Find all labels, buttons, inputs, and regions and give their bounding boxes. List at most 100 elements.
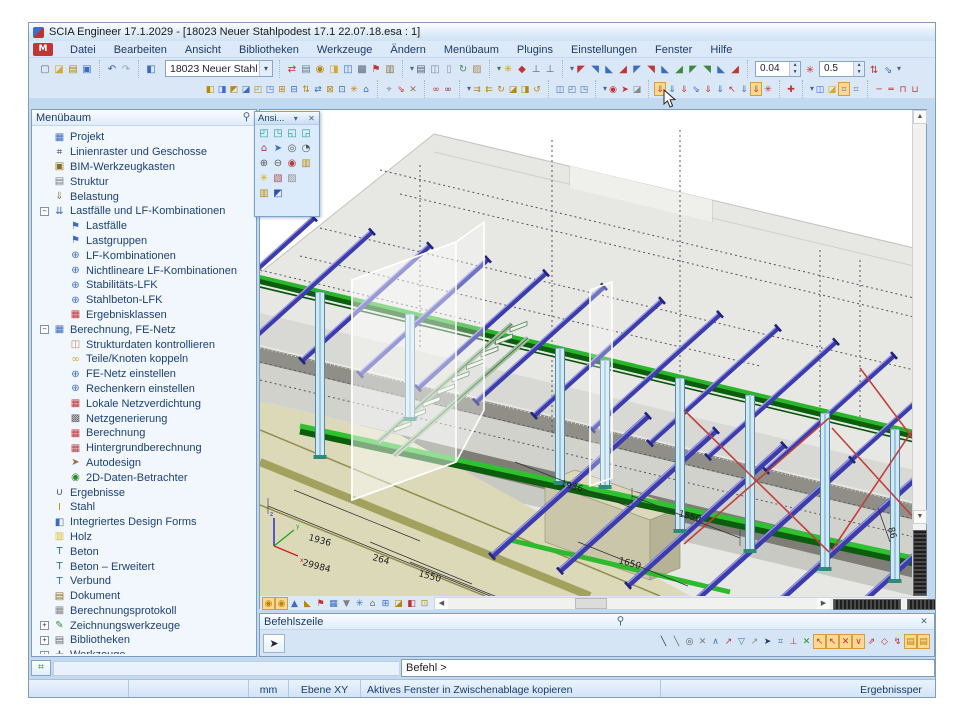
measure-icon[interactable]: ⇘	[395, 82, 407, 96]
sidebar-item-holz[interactable]: ▥Holz	[32, 530, 256, 545]
arrow-scale-icon[interactable]: ⇘	[881, 63, 895, 77]
scale-value-spinner[interactable]: 0.5▲▼	[819, 61, 865, 77]
view-iso-icon[interactable]: ◰	[257, 126, 271, 140]
sidebar-item-linienraster-und-geschosse[interactable]: ⌗Linienraster und Geschosse	[32, 145, 256, 160]
sidebar-item-berechnung[interactable]: ▦Berechnung	[32, 426, 256, 441]
calculator-icon[interactable]: ✳	[501, 62, 515, 76]
scroll-down-icon[interactable]: ▼	[913, 510, 927, 524]
walk-icon[interactable]: ➤	[271, 141, 285, 155]
new-project-icon[interactable]: ▢	[38, 62, 52, 76]
collapse-icon[interactable]: −	[40, 207, 49, 216]
open-project-icon[interactable]: ◪	[52, 62, 66, 76]
title-bar[interactable]: SCIA Engineer 17.1.2029 - [18023 Neuer S…	[29, 23, 936, 41]
flag-icon[interactable]: ⚑	[369, 62, 383, 76]
view-tool-1[interactable]: ◧	[204, 82, 216, 96]
sidebar-item-stahl[interactable]: IStahl	[32, 500, 256, 515]
haunch-icon-4[interactable]: ◢	[616, 62, 630, 76]
section2-icon[interactable]: ⊔	[909, 82, 921, 96]
vp-perspective-icon[interactable]: ◉	[262, 597, 275, 610]
scia-logo-icon[interactable]: M	[33, 43, 53, 56]
menu-plugins[interactable]: Plugins	[508, 43, 562, 57]
snap-ortho2-icon[interactable]: ∨	[852, 634, 865, 649]
menu-werkzeuge[interactable]: Werkzeuge	[308, 43, 381, 57]
scroll-right-icon[interactable]: ▶	[817, 598, 830, 609]
sidebar-item-beton[interactable]: TBeton	[32, 544, 256, 559]
line-double-icon[interactable]: ═	[885, 82, 897, 96]
doc-window-icon[interactable]: ◫	[814, 82, 826, 96]
model-viewport[interactable]: 1936 29984 264 1550 1936 1550 1650 86 z …	[259, 109, 927, 609]
undo-icon[interactable]: ↶	[105, 62, 119, 76]
haunch-icon-2[interactable]: ◥	[588, 62, 602, 76]
view-palette-header[interactable]: Ansi... ▾ ✕	[255, 112, 319, 125]
target-icon[interactable]: ⌖	[383, 82, 395, 96]
snap-midpoint-icon[interactable]: ↖	[826, 634, 839, 649]
vp-section-icon[interactable]: ◧	[405, 597, 418, 610]
exchange-icon[interactable]: ⇄	[285, 62, 299, 76]
move-icon[interactable]: ⇉	[471, 82, 483, 96]
menu-einstellungen[interactable]: Einstellungen	[562, 43, 646, 57]
scroll-left-icon[interactable]: ◀	[435, 598, 448, 609]
haunch-icon-8[interactable]: ◢	[672, 62, 686, 76]
project-selector-dropdown-icon[interactable]: ▾	[259, 61, 272, 76]
render-icon[interactable]: ◉	[607, 82, 619, 96]
window-copy-icon[interactable]: ◫	[554, 82, 566, 96]
menu-hilfe[interactable]: Hilfe	[701, 43, 741, 57]
haunch-icon-3[interactable]: ◣	[602, 62, 616, 76]
clip-box-icon[interactable]: ▥	[299, 156, 313, 170]
vp-grid-icon[interactable]: ⊞	[379, 597, 392, 610]
snap-circle-icon[interactable]: ◎	[683, 634, 696, 649]
view-tool-12[interactable]: ⊡	[336, 82, 348, 96]
sidebar-item-struktur[interactable]: ▤Struktur	[32, 174, 256, 189]
sidebar-item-2d-daten-betrachter[interactable]: ◉2D-Daten-Betrachter	[32, 470, 256, 485]
sidebar-item-teile-knoten-koppeln[interactable]: ∞Teile/Knoten koppeln	[32, 352, 256, 367]
haunch-icon-10[interactable]: ◥	[700, 62, 714, 76]
view-tool-2[interactable]: ◨	[216, 82, 228, 96]
status-hint[interactable]: Aktives Fenster in Zwischenablage kopier…	[361, 680, 661, 698]
save-icon[interactable]: ▣	[80, 62, 94, 76]
menu-fenster[interactable]: Fenster	[646, 43, 701, 57]
menu-men-baum[interactable]: Menübaum	[435, 43, 508, 57]
render-mode-icon[interactable]: ◩	[271, 186, 285, 200]
view-side-icon[interactable]: ◱	[285, 126, 299, 140]
sidebar-item-stahlbeton-lfk[interactable]: ⊕Stahlbeton-LFK	[32, 293, 256, 308]
overflow-icon[interactable]: ▾	[897, 64, 901, 73]
load-case-icon-9[interactable]: ⇓	[750, 82, 762, 96]
add-load-icon[interactable]: ✚	[785, 82, 797, 96]
mirror-icon[interactable]: ◪	[507, 82, 519, 96]
zoom-window-icon[interactable]: ⊕	[257, 156, 271, 170]
view-tool-9[interactable]: ⇅	[300, 82, 312, 96]
vertical-scrollbar[interactable]: ▲ ▼	[912, 110, 926, 596]
clipping-icon[interactable]: ▥	[257, 186, 271, 200]
sidebar-item-belastung[interactable]: ⇓Belastung	[32, 189, 256, 204]
grid-toggle-icon[interactable]: ⌗	[838, 82, 850, 96]
sidebar-item-hintergrundberechnung[interactable]: ▦Hintergrundberechnung	[32, 441, 256, 456]
gallery-icon[interactable]: ◨	[327, 62, 341, 76]
haunch-icon-9[interactable]: ◤	[686, 62, 700, 76]
snap-grid-icon[interactable]: ⌗	[774, 634, 787, 649]
vp-home-icon[interactable]: ⌂	[366, 597, 379, 610]
collapse-icon[interactable]: −	[40, 325, 49, 334]
project-manager-icon[interactable]: ◧	[144, 62, 158, 76]
spinner-down-icon[interactable]: ▼	[789, 69, 800, 76]
scale-icon[interactable]: ⇅	[867, 63, 881, 77]
grid2-toggle-icon[interactable]: ⌗	[850, 82, 862, 96]
link-icon[interactable]: ∞	[430, 82, 442, 96]
haunch-icon-7[interactable]: ◣	[658, 62, 672, 76]
cursor-tool-button[interactable]: ➤	[263, 634, 285, 653]
close-icon[interactable]: ✕	[918, 616, 930, 627]
window-new-icon[interactable]: ◰	[566, 82, 578, 96]
print-preview-icon[interactable]: ◫	[428, 62, 442, 76]
sidebar-item-zeichnungswerkzeuge[interactable]: +✎Zeichnungswerkzeuge	[32, 618, 256, 633]
status-plane[interactable]: Ebene XY	[289, 680, 361, 698]
sidebar-item-dokument[interactable]: ▤Dokument	[32, 589, 256, 604]
sidebar-item-lastfälle[interactable]: ⚑Lastfälle	[32, 219, 256, 234]
spinner-down-icon[interactable]: ▼	[853, 69, 864, 76]
layers-icon[interactable]: ▥	[383, 62, 397, 76]
haunch-icon-12[interactable]: ◢	[728, 62, 742, 76]
refresh-icon[interactable]: ↻	[456, 62, 470, 76]
snap-box-icon[interactable]: ▤	[917, 634, 930, 649]
level2-icon[interactable]: ⊥	[543, 62, 557, 76]
rotate-icon[interactable]: ↻	[495, 82, 507, 96]
save-as-icon[interactable]: ▤	[66, 62, 80, 76]
sidebar-item-autodesign[interactable]: ➤Autodesign	[32, 456, 256, 471]
